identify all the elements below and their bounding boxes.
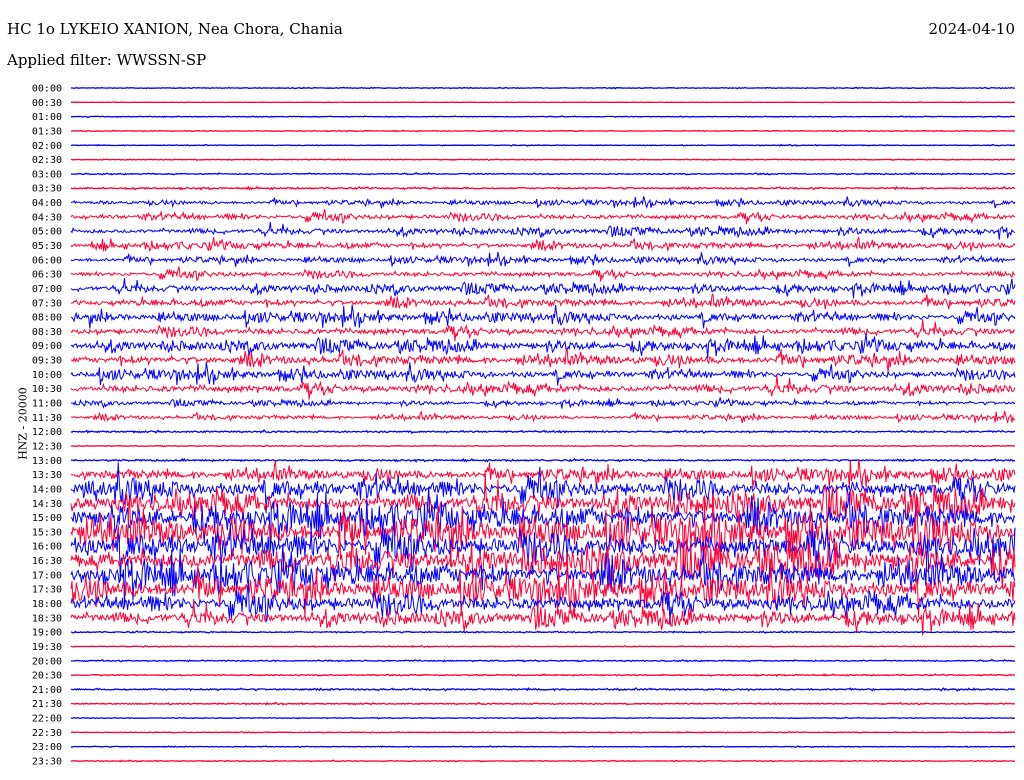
row-time-label: 13:00 — [32, 456, 62, 467]
row-time-label: 06:30 — [32, 270, 62, 281]
row-time-label: 01:30 — [32, 126, 62, 137]
trace-row-0600 — [70, 251, 1016, 267]
trace-row-0030 — [71, 101, 1015, 104]
trace-row-0230 — [70, 158, 1016, 162]
row-time-label: 09:30 — [32, 356, 62, 367]
trace-row-2100 — [70, 686, 1016, 692]
row-time-label: 21:30 — [32, 699, 62, 710]
trace-row-1330 — [70, 458, 1016, 489]
row-time-label: 10:30 — [32, 384, 62, 395]
row-time-label: 14:00 — [32, 484, 62, 495]
trace-row-0400 — [70, 196, 1016, 210]
row-time-label: 11:00 — [32, 399, 62, 410]
row-time-label: 18:00 — [32, 599, 62, 610]
trace-row-0130 — [70, 129, 1016, 133]
row-time-label: 16:30 — [32, 556, 62, 567]
trace-row-1300 — [70, 457, 1016, 464]
row-time-label: 03:00 — [32, 169, 62, 180]
row-time-label: 20:30 — [32, 671, 62, 682]
row-time-label: 01:00 — [32, 112, 62, 123]
row-time-label: 12:30 — [32, 441, 62, 452]
row-time-label: 13:30 — [32, 470, 62, 481]
trace-row-2230 — [70, 730, 1016, 734]
row-time-label: 23:00 — [32, 742, 62, 753]
trace-row-0430 — [70, 209, 1016, 225]
trace-row-1030 — [70, 375, 1016, 400]
row-time-label: 15:30 — [32, 527, 62, 538]
trace-row-0630 — [70, 266, 1016, 282]
trace-row-1130 — [70, 410, 1016, 424]
row-time-label: 23:30 — [32, 757, 62, 768]
trace-row-0730 — [70, 293, 1016, 310]
row-time-label: 03:30 — [32, 184, 62, 195]
row-time-label: 18:30 — [32, 613, 62, 624]
row-time-label: 00:00 — [32, 84, 62, 95]
trace-row-2300 — [70, 745, 1015, 749]
row-time-label: 06:00 — [32, 255, 62, 266]
row-time-label: 04:00 — [32, 198, 62, 209]
trace-row-0800 — [70, 304, 1016, 329]
seismogram-traces: 00:00 00:30 01:00 01:30 02:00 02:30 03:00 03:30… — [32, 84, 1016, 768]
trace-row-2130 — [70, 701, 1016, 706]
row-time-label: 09:00 — [32, 341, 62, 352]
row-time-label: 07:00 — [32, 284, 62, 295]
trace-row-1230 — [70, 444, 1016, 448]
row-time-label: 12:00 — [32, 427, 62, 438]
trace-row-1900 — [70, 630, 1016, 634]
row-time-label: 08:00 — [32, 313, 62, 324]
trace-row-0300 — [70, 171, 1016, 176]
row-time-label: 07:30 — [32, 298, 62, 309]
trace-row-1200 — [70, 429, 1016, 435]
trace-row-2000 — [70, 658, 1016, 663]
row-time-label: 02:00 — [32, 141, 62, 152]
trace-row-1430 — [70, 473, 1016, 526]
row-time-label: 05:00 — [32, 227, 62, 238]
trace-row-0530 — [70, 235, 1016, 253]
row-time-label: 21:00 — [32, 685, 62, 696]
trace-row-0330 — [70, 185, 1016, 191]
row-time-label: 15:00 — [32, 513, 62, 524]
row-time-label: 17:00 — [32, 570, 62, 581]
row-time-label: 05:30 — [32, 241, 62, 252]
trace-row-0000 — [70, 86, 1015, 90]
trace-row-2330 — [70, 759, 1016, 763]
row-time-label: 19:00 — [32, 628, 62, 639]
row-time-label: 04:30 — [32, 212, 62, 223]
row-time-label: 11:30 — [32, 413, 62, 424]
row-time-label: 00:30 — [32, 98, 62, 109]
row-time-label: 22:00 — [32, 714, 62, 725]
row-time-label: 17:30 — [32, 585, 62, 596]
row-time-label: 20:00 — [32, 656, 62, 667]
helicorder-plot: HC 1o LYKEIO XANION, Nea Chora, Chania A… — [0, 0, 1024, 780]
trace-row-0700 — [70, 277, 1016, 299]
trace-row-0100 — [70, 115, 1016, 119]
trace-row-2200 — [70, 716, 1016, 720]
trace-row-0930 — [71, 348, 1016, 373]
trace-row-1000 — [70, 361, 1016, 386]
trace-row-1830 — [70, 598, 1016, 636]
row-time-label: 19:30 — [32, 642, 62, 653]
trace-row-1400 — [70, 462, 1016, 514]
row-time-label: 08:30 — [32, 327, 62, 338]
trace-row-0200 — [70, 143, 1016, 147]
trace-row-0900 — [70, 333, 1016, 359]
row-time-label: 22:30 — [32, 728, 62, 739]
trace-row-2030 — [70, 673, 1016, 678]
trace-row-1930 — [70, 644, 1016, 649]
row-time-label: 16:00 — [32, 542, 62, 553]
row-time-label: 02:30 — [32, 155, 62, 166]
trace-row-1100 — [71, 397, 1016, 409]
trace-row-0500 — [70, 222, 1016, 240]
row-time-label: 14:30 — [32, 499, 62, 510]
trace-row-0830 — [70, 319, 1016, 342]
row-time-label: 10:00 — [32, 370, 62, 381]
